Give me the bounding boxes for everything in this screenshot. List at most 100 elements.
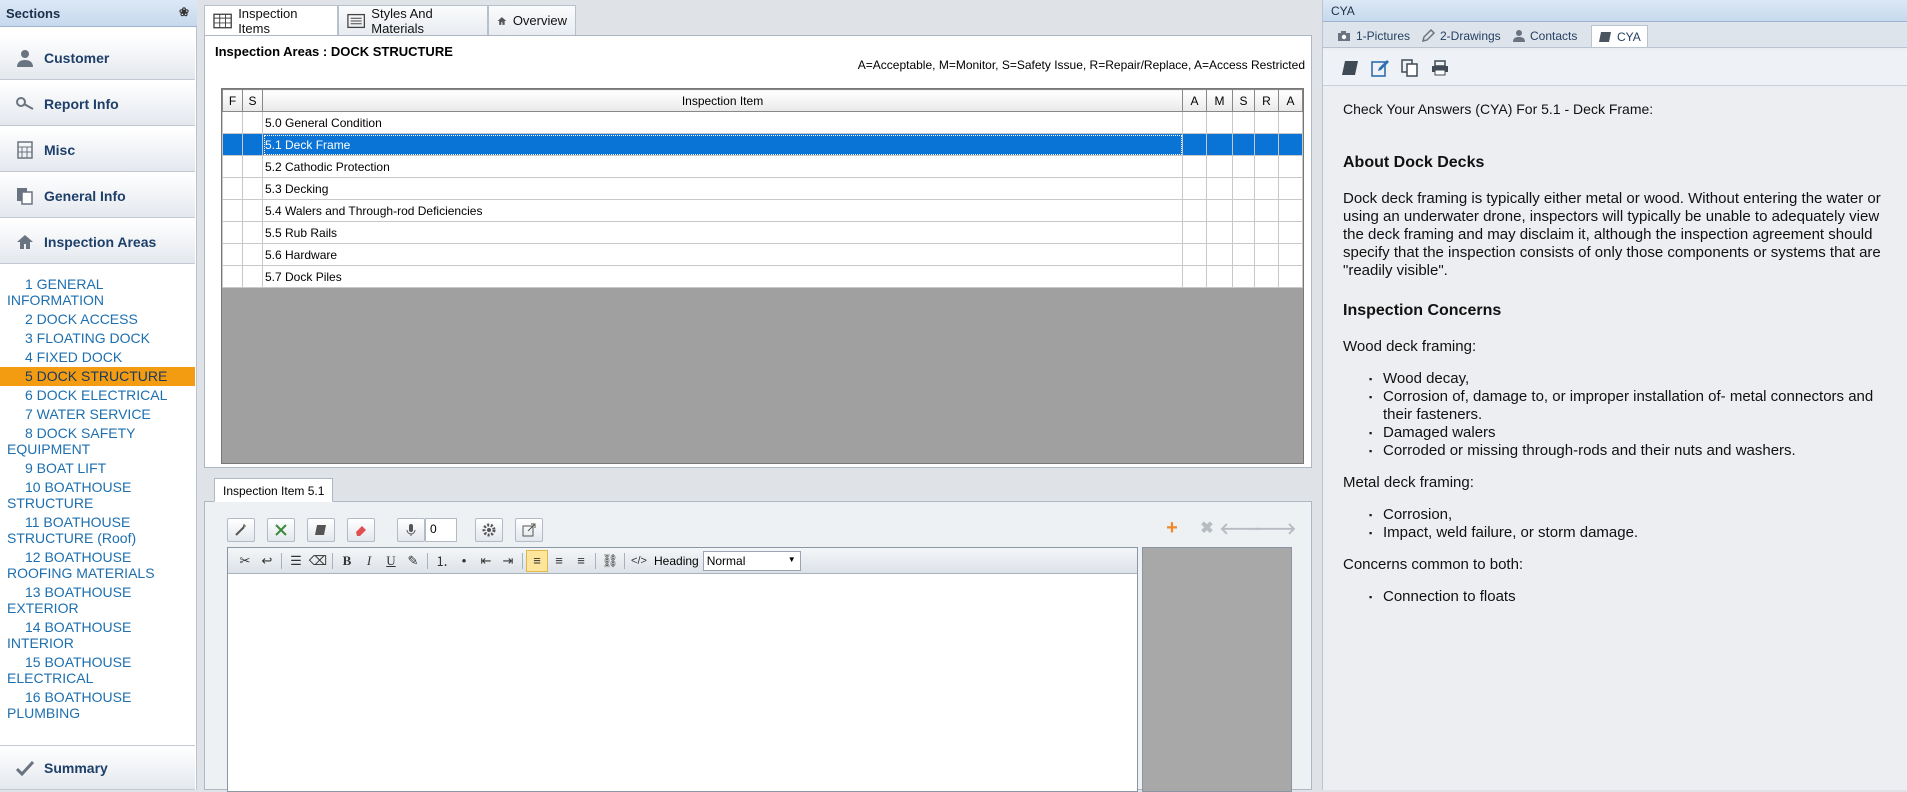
table-row[interactable]: 5.0 General Condition [222,111,1303,134]
rating-legend: A=Acceptable, M=Monitor, S=Safety Issue,… [857,58,1305,72]
item-label[interactable]: 5.0 General Condition [262,111,1183,134]
area-link[interactable]: 6 DOCK ELECTRICAL [0,386,195,405]
close-icon: ✖ [1200,520,1214,537]
tab-inspection-item[interactable]: Inspection Item 5.1 [214,478,334,502]
area-link-selected[interactable]: 5 DOCK STRUCTURE [0,367,195,386]
tab-styles-and-materials[interactable]: Styles And Materials [338,5,488,36]
align-right-icon[interactable]: ≡ [570,550,592,572]
gear-icon [482,523,496,537]
bold-icon[interactable]: B [336,550,358,572]
table-row[interactable]: 5.7 Dock Piles [222,265,1303,288]
tab-overview[interactable]: Overview [488,5,576,35]
section-label: Misc [44,141,76,158]
area-link[interactable]: 10 BOATHOUSE STRUCTURE [0,478,195,513]
outdent-icon[interactable]: ⇤ [475,550,497,572]
heading-select[interactable]: Normal ▼ [702,550,801,571]
align-center-icon[interactable]: ≡ [548,550,570,572]
column-header-access-restricted[interactable]: A [1278,89,1303,112]
table-row-selected[interactable]: 5.1 Deck Frame [222,133,1303,156]
area-link[interactable]: 4 FIXED DOCK [0,348,195,367]
indent-icon[interactable]: ⇥ [497,550,519,572]
bullet-list-icon[interactable]: • [453,550,475,572]
item-label[interactable]: 5.4 Walers and Through-rod Deficiencies [262,199,1183,222]
section-customer[interactable]: Customer [0,36,195,80]
add-button[interactable]: + [1158,516,1186,540]
previous-button[interactable]: 🡐 [1220,516,1263,540]
area-link[interactable]: 16 BOATHOUSE PLUMBING [0,688,195,723]
table-row[interactable]: 5.2 Cathodic Protection [222,155,1303,178]
section-general-info[interactable]: General Info [0,174,195,218]
italic-icon[interactable]: I [358,550,380,572]
tab-inspection-items[interactable]: Inspection Items [204,5,338,36]
item-label[interactable]: 5.1 Deck Frame [262,133,1183,156]
area-link[interactable]: 11 BOATHOUSE STRUCTURE (Roof) [0,513,195,548]
area-link[interactable]: 15 BOATHOUSE ELECTRICAL [0,653,195,688]
area-link[interactable]: 12 BOATHOUSE ROOFING MATERIALS [0,548,195,583]
microphone-button[interactable] [397,518,425,542]
numbered-list-icon[interactable]: ⒈ [431,550,453,572]
both-concerns-list: Connection to floats [1343,588,1898,606]
section-report-info[interactable]: Report Info [0,82,195,126]
metal-concerns-list: Corrosion, Impact, weld failure, or stor… [1343,506,1898,542]
clear-format-icon[interactable]: ⌫ [307,550,329,572]
tab-cya[interactable]: CYA [1591,25,1648,47]
item-label[interactable]: 5.6 Hardware [262,243,1183,266]
edit-button[interactable] [1369,57,1391,79]
area-link[interactable]: 8 DOCK SAFETY EQUIPMENT [0,424,195,459]
table-row[interactable]: 5.6 Hardware [222,243,1303,266]
next-button[interactable]: 🡒 [1254,516,1297,540]
tab-contacts[interactable]: Contacts [1507,25,1583,47]
table-row[interactable]: 5.3 Decking [222,177,1303,200]
tab-drawings[interactable]: 2-Drawings [1415,25,1507,47]
sections-sidebar: Sections ❀ Customer Report Info Misc Gen… [0,0,197,790]
print-button[interactable] [1429,57,1451,79]
open-external-button[interactable] [515,518,543,542]
item-label[interactable]: 5.2 Cathodic Protection [262,155,1183,178]
column-header-acceptable[interactable]: A [1182,89,1207,112]
delete-button[interactable]: ✖ [1193,516,1221,540]
item-label[interactable]: 5.5 Rub Rails [262,221,1183,244]
section-misc[interactable]: Misc [0,128,195,172]
settings-button[interactable] [475,518,503,542]
book-button[interactable] [1339,57,1361,79]
column-header-repair[interactable]: R [1254,89,1279,112]
link-icon[interactable]: ⛓ [599,550,621,572]
paint-brush-icon[interactable]: ✎ [402,550,424,572]
cya-intro: Check Your Answers (CYA) For 5.1 - Deck … [1343,101,1654,117]
inspection-areas-list: 1 GENERAL INFORMATION 2 DOCK ACCESS 3 FL… [0,275,195,723]
source-code-icon[interactable]: </> [628,550,650,572]
column-header-safety[interactable]: S [1232,89,1255,112]
column-header-f[interactable]: F [222,89,243,112]
item-label[interactable]: 5.7 Dock Piles [262,265,1183,288]
tab-pictures[interactable]: 1-Pictures [1331,25,1416,47]
copy-button[interactable] [1399,57,1421,79]
align-left-icon[interactable]: ≡ [526,549,548,572]
eraser-button[interactable] [347,518,375,542]
area-link[interactable]: 9 BOAT LIFT [0,459,195,478]
area-link[interactable]: 13 BOATHOUSE EXTERIOR [0,583,195,618]
section-summary[interactable]: Summary [0,745,195,790]
area-link[interactable]: 1 GENERAL INFORMATION [0,275,195,310]
heading-label: Heading [654,553,699,568]
item-label[interactable]: 5.3 Decking [262,177,1183,200]
pin-icon[interactable]: ❀ [179,5,189,19]
table-row[interactable]: 5.5 Rub Rails [222,221,1303,244]
counter-field[interactable]: 0 [425,518,457,542]
undo-icon[interactable]: ↩ [256,550,278,572]
area-link[interactable]: 14 BOATHOUSE INTERIOR [0,618,195,653]
wand-button[interactable] [227,518,255,542]
column-header-monitor[interactable]: M [1206,89,1233,112]
book-button[interactable] [307,518,335,542]
area-link[interactable]: 7 WATER SERVICE [0,405,195,424]
justify-icon[interactable]: ☰ [285,550,307,572]
area-link[interactable]: 2 DOCK ACCESS [0,310,195,329]
section-inspection-areas[interactable]: Inspection Areas [0,220,195,264]
area-link[interactable]: 3 FLOATING DOCK [0,329,195,348]
rich-text-editor[interactable]: ✂ ↩ ☰ ⌫ B I U ✎ ⒈ • ⇤ ⇥ ≡ ≡ ≡ ⛓ </> Head… [227,547,1138,792]
column-header-s[interactable]: S [242,89,263,112]
tools-button[interactable] [267,518,295,542]
underline-icon[interactable]: U [380,550,402,572]
cut-icon[interactable]: ✂ [234,550,256,572]
column-header-inspection-item[interactable]: Inspection Item [262,89,1183,112]
table-row[interactable]: 5.4 Walers and Through-rod Deficiencies [222,199,1303,222]
